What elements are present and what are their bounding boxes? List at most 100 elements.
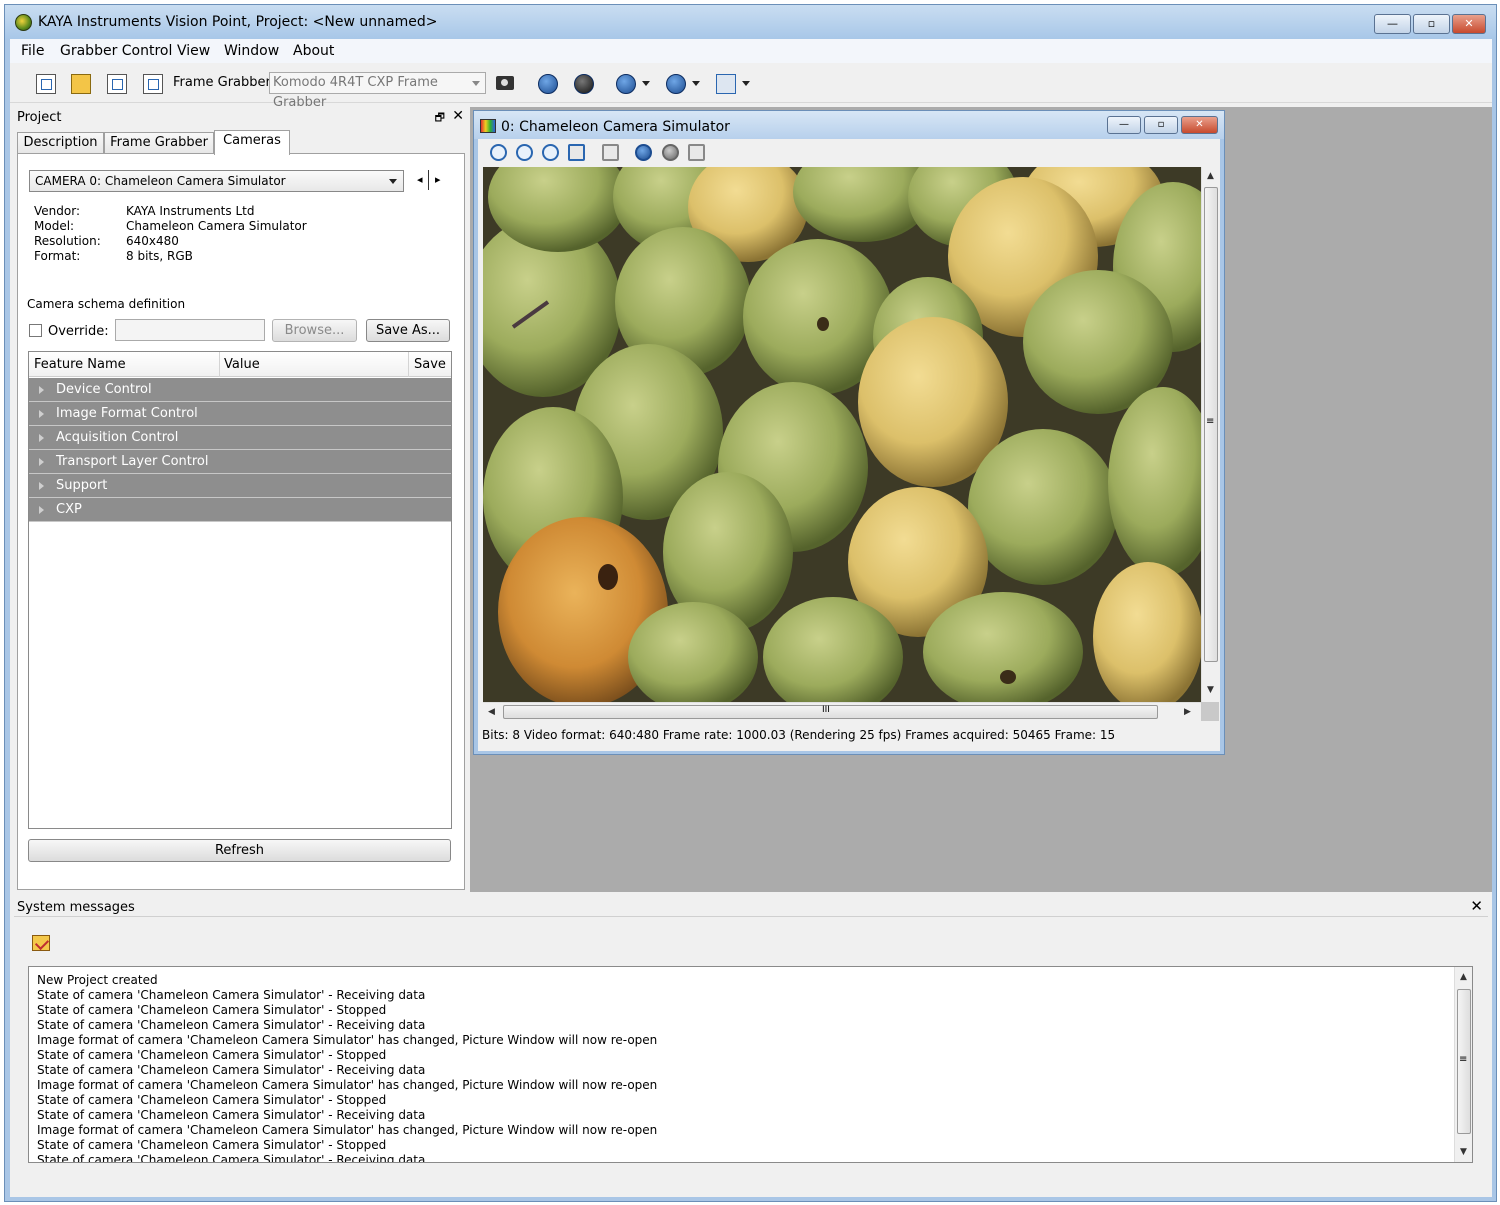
- feature-tree: Feature Name Value Save Device Control I…: [28, 351, 452, 829]
- picture-minimize-button[interactable]: —: [1107, 116, 1141, 134]
- disconnect-power-icon[interactable]: [574, 74, 594, 94]
- frame-grabber-label: Frame Grabber:: [173, 75, 276, 90]
- camera-select[interactable]: CAMERA 0: Chameleon Camera Simulator: [29, 170, 404, 192]
- nav-separator: [428, 170, 429, 190]
- override-path-input[interactable]: [115, 319, 265, 341]
- picture-maximize-button[interactable]: ▫: [1144, 116, 1178, 134]
- category-acquisition-control[interactable]: Acquisition Control: [29, 426, 451, 450]
- window-title: KAYA Instruments Vision Point, Project: …: [38, 14, 438, 30]
- picture-window-titlebar[interactable]: 0: Chameleon Camera Simulator — ▫ ✕: [474, 111, 1224, 139]
- main-window: KAYA Instruments Vision Point, Project: …: [4, 4, 1497, 1202]
- browse-button[interactable]: Browse...: [272, 319, 357, 342]
- category-label: Device Control: [56, 382, 152, 397]
- save-project-icon[interactable]: [107, 74, 127, 94]
- save-as-button[interactable]: Save As...: [366, 319, 450, 342]
- menu-grabber-control[interactable]: Grabber Control: [60, 43, 172, 59]
- picture-close-button[interactable]: ✕: [1181, 116, 1218, 134]
- info-key: Model:: [34, 219, 75, 233]
- play-icon[interactable]: [666, 74, 686, 94]
- category-cxp[interactable]: CXP: [29, 498, 451, 522]
- refresh-button[interactable]: Refresh: [28, 839, 451, 862]
- info-key: Vendor:: [34, 204, 80, 218]
- log-vertical-scrollbar[interactable]: ▲ ≡ ▼: [1454, 967, 1472, 1162]
- title-bar[interactable]: KAYA Instruments Vision Point, Project: …: [5, 5, 1496, 39]
- stop-icon[interactable]: [635, 144, 652, 161]
- column-feature-name[interactable]: Feature Name: [34, 357, 126, 372]
- tab-description[interactable]: Description: [17, 132, 104, 154]
- scroll-grip-icon: ≡: [1459, 1054, 1468, 1065]
- category-device-control[interactable]: Device Control: [29, 378, 451, 402]
- log-vscroll-thumb[interactable]: ≡: [1457, 989, 1471, 1134]
- project-tabs: Description Frame Grabber Cameras: [17, 130, 465, 155]
- tab-cameras[interactable]: Cameras: [214, 130, 290, 155]
- new-project-icon[interactable]: [36, 74, 56, 94]
- zoom-actual-icon[interactable]: [542, 144, 559, 161]
- column-save[interactable]: Save: [414, 357, 446, 372]
- category-transport-layer-control[interactable]: Transport Layer Control: [29, 450, 451, 474]
- column-value[interactable]: Value: [224, 357, 260, 372]
- image-viewport[interactable]: ▲ ≡ ▼ ◀ III ▶: [483, 167, 1219, 721]
- film-dropdown-icon[interactable]: [742, 81, 750, 86]
- scroll-right-icon[interactable]: ▶: [1184, 707, 1191, 717]
- scroll-up-icon[interactable]: ▲: [1207, 171, 1214, 181]
- open-project-icon[interactable]: [71, 74, 91, 94]
- prev-camera-button[interactable]: ◂: [417, 173, 423, 186]
- zoom-in-icon[interactable]: [490, 144, 507, 161]
- scroll-down-icon[interactable]: ▼: [1460, 1147, 1467, 1157]
- float-panel-icon[interactable]: 🗗: [435, 109, 445, 128]
- save-as-project-icon[interactable]: [143, 74, 163, 94]
- fruit-image: [483, 167, 1201, 702]
- info-value: KAYA Instruments Ltd: [126, 204, 255, 218]
- info-value: 8 bits, RGB: [126, 249, 193, 263]
- minimize-button[interactable]: —: [1374, 14, 1411, 34]
- expand-arrow-icon: [39, 434, 44, 442]
- connect-power-icon[interactable]: [538, 74, 558, 94]
- image-vscroll-thumb[interactable]: ≡: [1204, 187, 1218, 662]
- close-button[interactable]: ✕: [1452, 14, 1486, 34]
- menu-about[interactable]: About: [293, 43, 334, 59]
- category-label: Support: [56, 478, 108, 493]
- zoom-fit-icon[interactable]: [568, 144, 585, 161]
- frame-grabber-select[interactable]: Komodo 4R4T CXP Frame Grabber: [269, 72, 486, 110]
- snapshot-icon[interactable]: [602, 144, 619, 161]
- project-panel-header: Project 🗗 ✕: [14, 107, 467, 127]
- menu-view[interactable]: View: [177, 43, 210, 59]
- picture-status-bar: Bits: 8 Video format: 640:480 Frame rate…: [482, 728, 1116, 742]
- category-image-format-control[interactable]: Image Format Control: [29, 402, 451, 426]
- info-key: Format:: [34, 249, 81, 263]
- play-icon[interactable]: [662, 144, 679, 161]
- image-hscroll-thumb[interactable]: III: [503, 705, 1158, 719]
- next-camera-button[interactable]: ▸: [435, 173, 441, 186]
- scroll-up-icon[interactable]: ▲: [1460, 972, 1467, 982]
- close-panel-icon[interactable]: ✕: [452, 108, 464, 124]
- film-icon[interactable]: [688, 144, 705, 161]
- play-dropdown-icon[interactable]: [692, 81, 700, 86]
- color-picture-icon: [480, 119, 496, 133]
- close-messages-icon[interactable]: ✕: [1470, 897, 1483, 915]
- image-horizontal-scrollbar[interactable]: ◀ III ▶: [483, 702, 1201, 721]
- override-checkbox[interactable]: [29, 324, 42, 337]
- zoom-out-icon[interactable]: [516, 144, 533, 161]
- log-line: Image format of camera 'Chameleon Camera…: [37, 1078, 658, 1092]
- message-log[interactable]: New Project created State of camera 'Cha…: [28, 966, 1473, 1163]
- menu-window[interactable]: Window: [224, 43, 279, 59]
- column-separator: [219, 352, 220, 377]
- log-line: Image format of camera 'Chameleon Camera…: [37, 1123, 658, 1137]
- stop-icon[interactable]: [616, 74, 636, 94]
- tab-frame-grabber[interactable]: Frame Grabber: [104, 132, 214, 154]
- camera-icon[interactable]: [496, 76, 514, 90]
- maximize-button[interactable]: ▫: [1413, 14, 1450, 34]
- override-label: Override:: [48, 324, 109, 339]
- scroll-down-icon[interactable]: ▼: [1207, 685, 1214, 695]
- scroll-left-icon[interactable]: ◀: [488, 707, 495, 717]
- log-line: State of camera 'Chameleon Camera Simula…: [37, 1048, 387, 1062]
- category-support[interactable]: Support: [29, 474, 451, 498]
- image-vertical-scrollbar[interactable]: ▲ ≡ ▼: [1201, 167, 1219, 702]
- film-icon[interactable]: [716, 74, 736, 94]
- toolbar: Frame Grabber: Komodo 4R4T CXP Frame Gra…: [10, 63, 1492, 110]
- log-line: State of camera 'Chameleon Camera Simula…: [37, 1138, 387, 1152]
- project-panel-title: Project: [17, 110, 62, 125]
- clear-messages-icon[interactable]: [32, 935, 50, 951]
- stop-dropdown-icon[interactable]: [642, 81, 650, 86]
- menu-file[interactable]: File: [21, 43, 44, 59]
